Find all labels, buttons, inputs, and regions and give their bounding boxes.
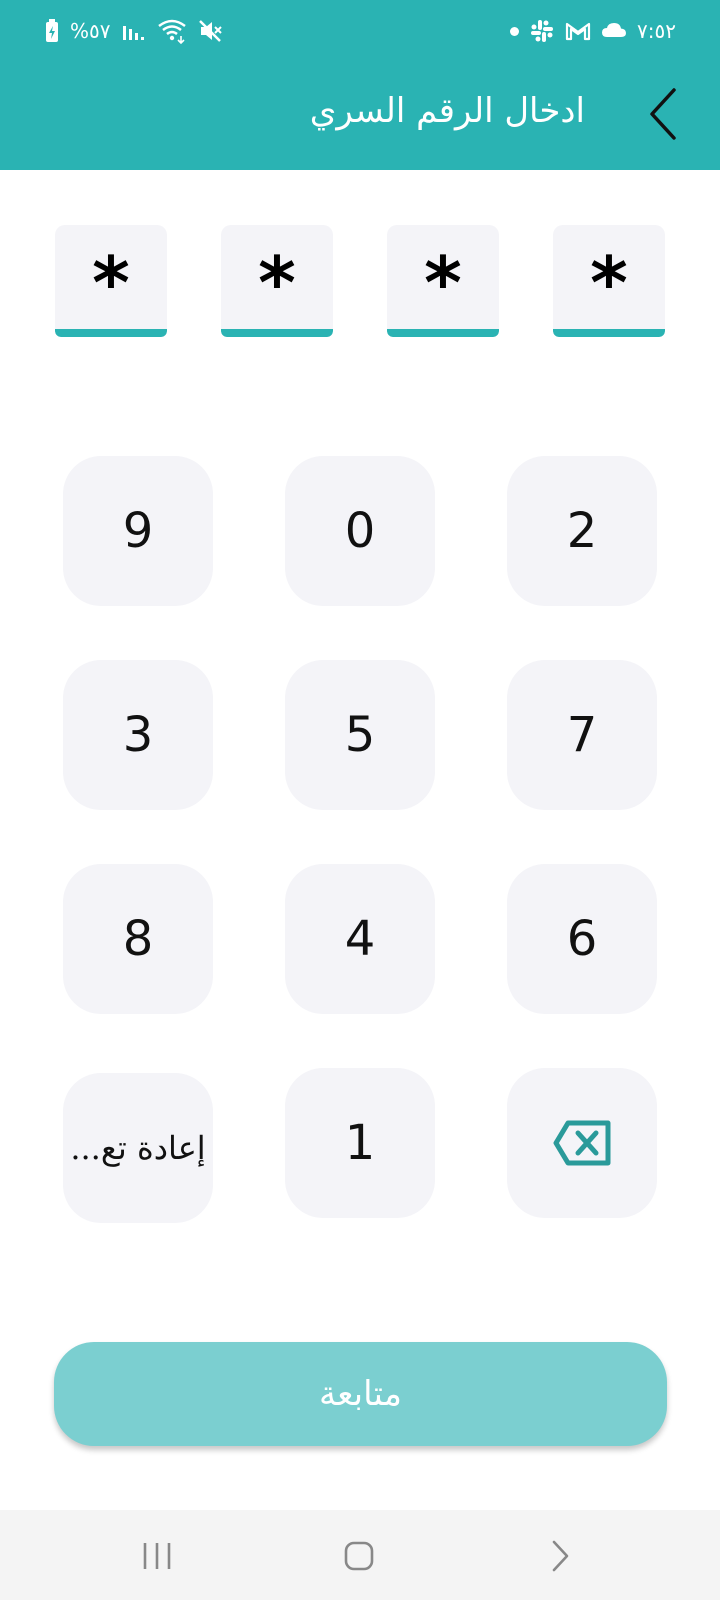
- recent-apps-icon: [141, 1540, 173, 1572]
- keypad-key-9[interactable]: 9: [63, 456, 213, 606]
- status-time: ٧:٥٢: [637, 19, 676, 43]
- keypad-key-0[interactable]: 0: [285, 456, 435, 606]
- pin-slot-2: *: [221, 225, 333, 337]
- pin-underline: [387, 329, 499, 337]
- continue-button[interactable]: متابعة: [54, 1342, 667, 1446]
- pin-mask: *: [258, 241, 296, 325]
- system-back-button[interactable]: [530, 1530, 590, 1582]
- status-bar-right: ٧:٥٢: [510, 17, 676, 45]
- wifi-icon: [157, 18, 187, 44]
- cloud-icon: [601, 18, 627, 44]
- home-icon: [343, 1540, 375, 1572]
- pin-slot-3: *: [387, 225, 499, 337]
- pin-underline: [553, 329, 665, 337]
- keypad-key-2[interactable]: 2: [507, 456, 657, 606]
- status-bar-left: %٥٧: [44, 17, 223, 45]
- keypad-key-3[interactable]: 3: [63, 660, 213, 810]
- pin-underline: [55, 329, 167, 337]
- home-button[interactable]: [329, 1530, 389, 1582]
- pin-mask: *: [92, 241, 130, 325]
- pin-underline: [221, 329, 333, 337]
- keypad-key-8[interactable]: 8: [63, 864, 213, 1014]
- battery-charging-icon: [44, 19, 60, 43]
- page-title: ادخال الرقم السري: [309, 91, 585, 131]
- back-button[interactable]: [642, 85, 686, 143]
- mute-icon: [197, 18, 223, 44]
- chevron-left-icon: [648, 86, 680, 142]
- gmail-icon: [565, 18, 591, 44]
- battery-percent: %٥٧: [70, 19, 111, 43]
- system-nav-bar: [0, 1510, 720, 1600]
- recent-apps-button[interactable]: [127, 1530, 187, 1582]
- backspace-button[interactable]: [507, 1068, 657, 1218]
- retry-button[interactable]: إعادة تع...: [63, 1073, 213, 1223]
- keypad-key-1[interactable]: 1: [285, 1068, 435, 1218]
- keypad-key-7[interactable]: 7: [507, 660, 657, 810]
- signal-bars-icon: [121, 18, 147, 44]
- backspace-icon: [552, 1119, 612, 1167]
- keypad-key-5[interactable]: 5: [285, 660, 435, 810]
- pin-slot-4: *: [553, 225, 665, 337]
- keypad-key-6[interactable]: 6: [507, 864, 657, 1014]
- pin-mask: *: [590, 241, 628, 325]
- pin-slot-1: *: [55, 225, 167, 337]
- status-bar: %٥٧ ٧:٥٢: [0, 0, 720, 60]
- notification-dot-icon: [510, 26, 520, 36]
- slack-icon: [529, 18, 555, 44]
- pin-mask: *: [424, 241, 462, 325]
- back-icon: [548, 1539, 572, 1573]
- keypad-key-4[interactable]: 4: [285, 864, 435, 1014]
- app-header: %٥٧ ٧:٥٢ ادخال الرقم السري: [0, 0, 720, 170]
